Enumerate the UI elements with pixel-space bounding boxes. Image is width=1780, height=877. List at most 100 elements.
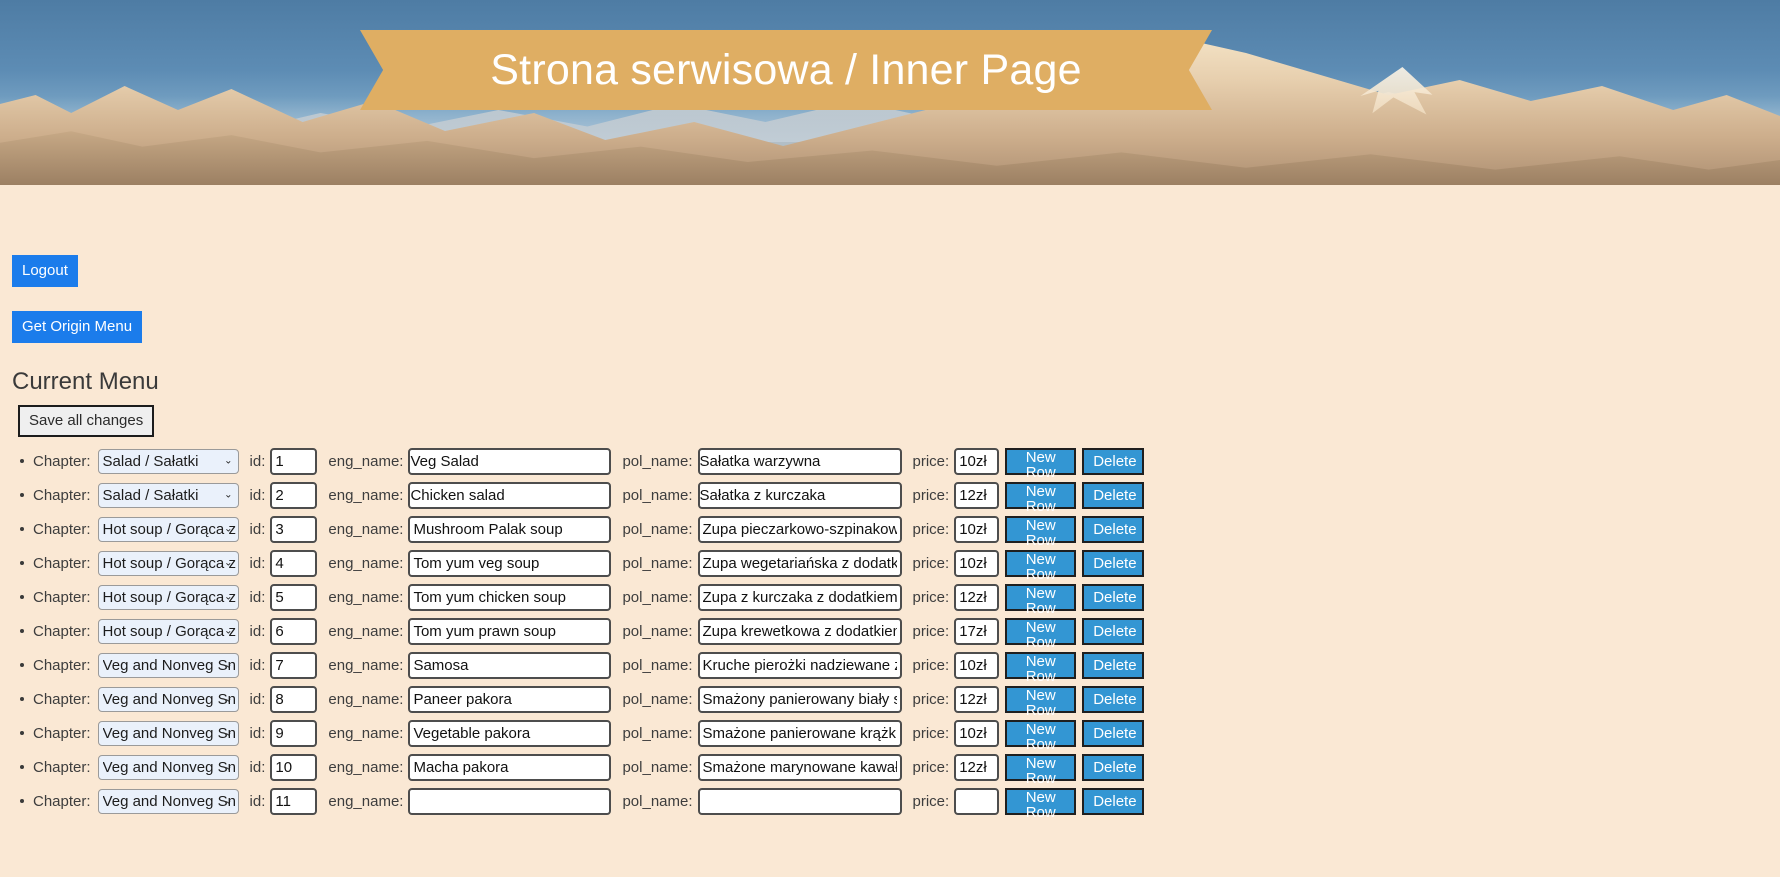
eng-name-input[interactable]: [408, 617, 612, 645]
menu-row: Chapter: Salad / SałatkiHot soup / Gorąca…: [12, 444, 1780, 480]
delete-button[interactable]: Delete: [1082, 583, 1145, 611]
price-input[interactable]: [954, 685, 1000, 713]
id-label: id:: [249, 588, 266, 606]
pol-name-input[interactable]: [697, 481, 902, 509]
eng-name-input[interactable]: [408, 685, 612, 713]
chapter-select[interactable]: Salad / SałatkiHot soup / Gorąca zupaVeg…: [97, 584, 239, 610]
section-heading: Current Menu: [12, 368, 159, 395]
pol-name-input[interactable]: [697, 719, 902, 747]
delete-button[interactable]: Delete: [1082, 481, 1145, 509]
pol-name-input[interactable]: [697, 787, 902, 815]
chapter-label: Chapter:: [33, 588, 91, 606]
page-title: Strona serwisowa / Inner Page: [490, 45, 1082, 94]
new-row-button[interactable]: New Row: [1005, 481, 1077, 514]
chapter-select[interactable]: Salad / SałatkiHot soup / Gorąca zupaVeg…: [97, 686, 239, 712]
eng-name-label: eng_name:: [328, 554, 404, 572]
pol-name-input[interactable]: [697, 447, 902, 475]
price-label: price:: [912, 622, 950, 640]
id-input[interactable]: [270, 651, 318, 679]
chapter-select[interactable]: Salad / SałatkiHot soup / Gorąca zupaVeg…: [97, 754, 239, 780]
hero-banner: Strona serwisowa / Inner Page: [0, 0, 1780, 185]
id-input[interactable]: [270, 617, 318, 645]
eng-name-label: eng_name:: [328, 588, 404, 606]
eng-name-input[interactable]: [408, 515, 612, 543]
logout-button[interactable]: Logout: [12, 255, 78, 287]
eng-name-label: eng_name:: [328, 622, 404, 640]
chapter-select[interactable]: Salad / SałatkiHot soup / Gorąca zupaVeg…: [97, 448, 239, 474]
price-input[interactable]: [954, 787, 1000, 815]
chapter-select-wrapper: Salad / SałatkiHot soup / Gorąca zupaVeg…: [97, 550, 239, 576]
get-origin-menu-button[interactable]: Get Origin Menu: [12, 311, 143, 343]
price-input[interactable]: [954, 515, 1000, 543]
price-input[interactable]: [954, 549, 1000, 577]
delete-button[interactable]: Delete: [1082, 753, 1145, 781]
eng-name-input[interactable]: [408, 719, 612, 747]
price-input[interactable]: [954, 583, 1000, 611]
eng-name-input[interactable]: [408, 753, 612, 781]
id-input[interactable]: [270, 515, 318, 543]
delete-button[interactable]: Delete: [1082, 651, 1145, 679]
pol-name-label: pol_name:: [622, 622, 693, 640]
chapter-select[interactable]: Salad / SałatkiHot soup / Gorąca zupaVeg…: [97, 482, 239, 508]
id-input[interactable]: [270, 787, 318, 815]
new-row-button[interactable]: New Row: [1005, 753, 1077, 786]
id-label: id:: [249, 520, 266, 538]
pol-name-input[interactable]: [697, 685, 902, 713]
id-input[interactable]: [270, 753, 318, 781]
eng-name-label: eng_name:: [328, 690, 404, 708]
new-row-button[interactable]: New Row: [1005, 719, 1077, 752]
eng-name-input[interactable]: [408, 651, 612, 679]
chapter-label: Chapter:: [33, 792, 91, 810]
id-input[interactable]: [270, 481, 318, 509]
id-input[interactable]: [270, 549, 318, 577]
pol-name-input[interactable]: [697, 583, 902, 611]
new-row-button[interactable]: New Row: [1005, 685, 1077, 718]
chapter-select[interactable]: Salad / SałatkiHot soup / Gorąca zupaVeg…: [97, 788, 239, 814]
new-row-button[interactable]: New Row: [1005, 583, 1077, 616]
chapter-select[interactable]: Salad / SałatkiHot soup / Gorąca zupaVeg…: [97, 550, 239, 576]
id-input[interactable]: [270, 685, 318, 713]
chapter-select[interactable]: Salad / SałatkiHot soup / Gorąca zupaVeg…: [97, 652, 239, 678]
new-row-button[interactable]: New Row: [1005, 515, 1077, 548]
pol-name-input[interactable]: [697, 753, 902, 781]
chapter-select[interactable]: Salad / SałatkiHot soup / Gorąca zupaVeg…: [97, 516, 239, 542]
chapter-select[interactable]: Salad / SałatkiHot soup / Gorąca zupaVeg…: [97, 720, 239, 746]
pol-name-label: pol_name:: [622, 724, 693, 742]
delete-button[interactable]: Delete: [1082, 515, 1145, 543]
price-input[interactable]: [954, 651, 1000, 679]
eng-name-input[interactable]: [408, 549, 612, 577]
delete-button[interactable]: Delete: [1082, 719, 1145, 747]
price-input[interactable]: [954, 447, 1000, 475]
delete-button[interactable]: Delete: [1082, 787, 1145, 815]
new-row-button[interactable]: New Row: [1005, 787, 1077, 820]
pol-name-input[interactable]: [697, 617, 902, 645]
price-label: price:: [912, 792, 950, 810]
price-input[interactable]: [954, 481, 1000, 509]
id-input[interactable]: [270, 583, 318, 611]
pol-name-input[interactable]: [697, 651, 902, 679]
chapter-label: Chapter:: [33, 554, 91, 572]
price-input[interactable]: [954, 753, 1000, 781]
new-row-button[interactable]: New Row: [1005, 549, 1077, 582]
delete-button[interactable]: Delete: [1082, 447, 1145, 475]
new-row-button[interactable]: New Row: [1005, 651, 1077, 684]
id-input[interactable]: [270, 447, 318, 475]
eng-name-label: eng_name:: [328, 452, 404, 470]
pol-name-input[interactable]: [697, 515, 902, 543]
chapter-select[interactable]: Salad / SałatkiHot soup / Gorąca zupaVeg…: [97, 618, 239, 644]
id-input[interactable]: [270, 719, 318, 747]
save-all-changes-button[interactable]: Save all changes: [18, 405, 155, 438]
eng-name-input[interactable]: [408, 583, 612, 611]
delete-button[interactable]: Delete: [1082, 549, 1145, 577]
price-label: price:: [912, 758, 950, 776]
delete-button[interactable]: Delete: [1082, 617, 1145, 645]
price-input[interactable]: [954, 617, 1000, 645]
eng-name-input[interactable]: [408, 447, 612, 475]
new-row-button[interactable]: New Row: [1005, 447, 1077, 480]
eng-name-input[interactable]: [408, 481, 612, 509]
eng-name-input[interactable]: [408, 787, 612, 815]
new-row-button[interactable]: New Row: [1005, 617, 1077, 650]
price-input[interactable]: [954, 719, 1000, 747]
delete-button[interactable]: Delete: [1082, 685, 1145, 713]
pol-name-input[interactable]: [697, 549, 902, 577]
